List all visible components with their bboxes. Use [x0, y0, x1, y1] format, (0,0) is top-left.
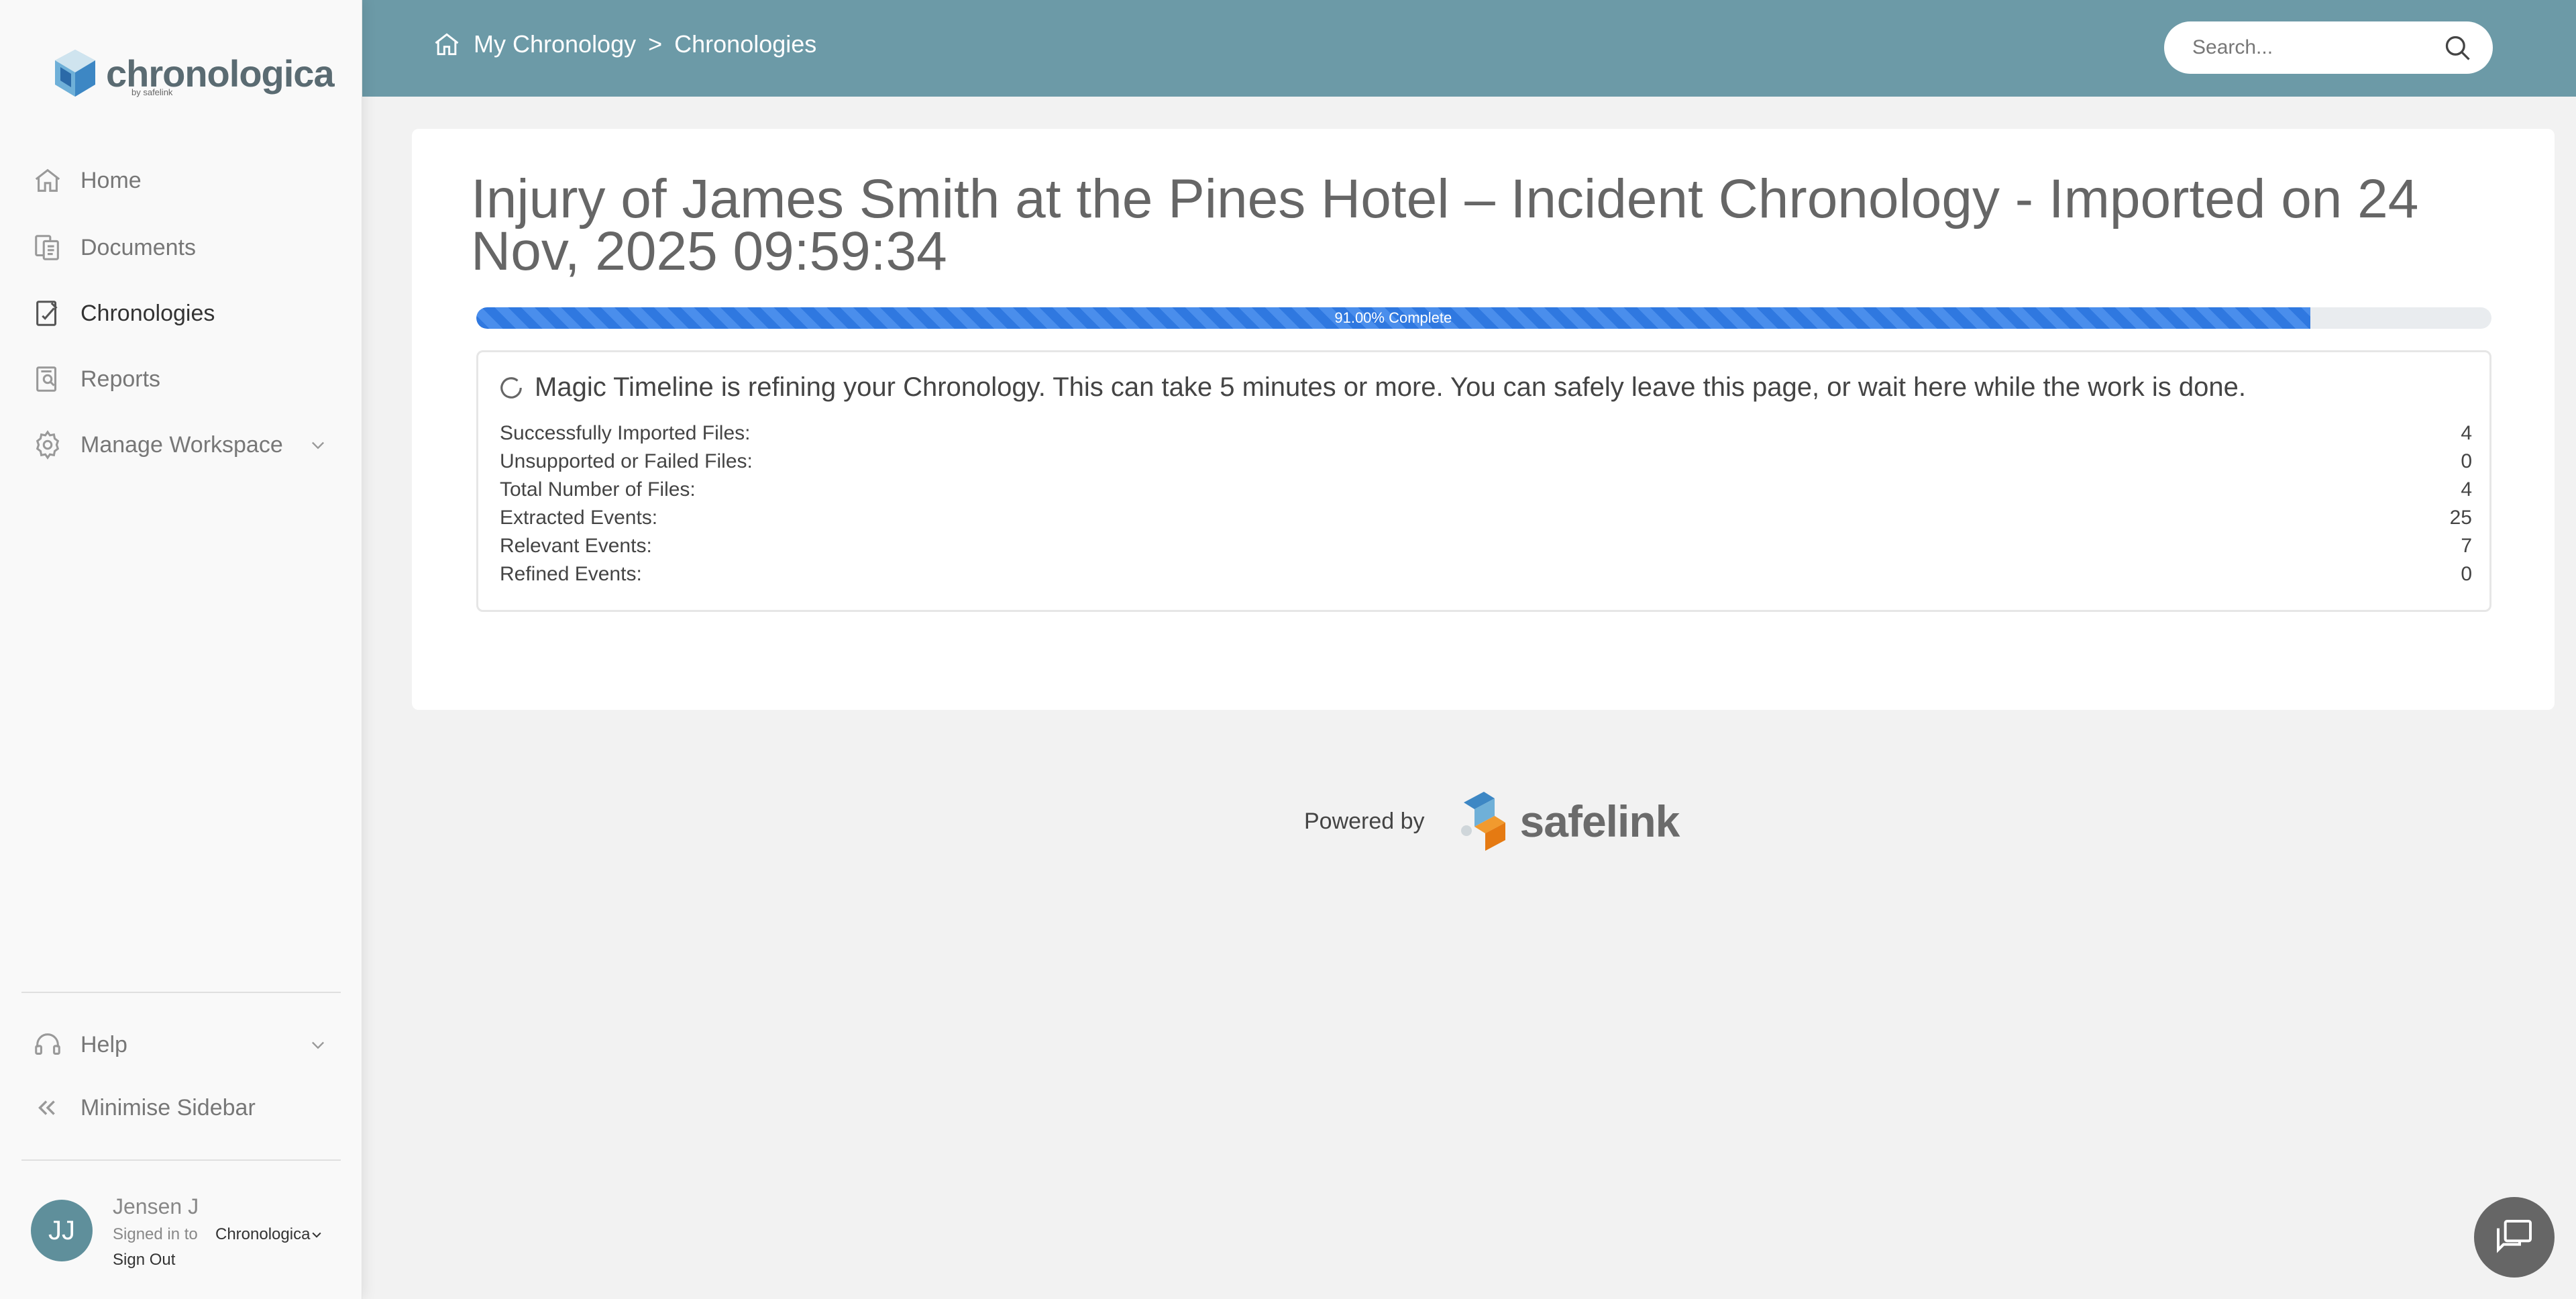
stat-value: 4 [2461, 422, 2472, 444]
sidebar-item-label: Home [80, 167, 142, 193]
stat-value: 25 [2449, 507, 2472, 529]
chronologica-logo-icon [55, 50, 95, 97]
stat-value: 7 [2461, 535, 2472, 557]
sidebar-item-help[interactable]: Help [32, 1021, 347, 1068]
sidebar-item-chronologies[interactable]: Chronologies [32, 290, 347, 337]
spinner-icon [500, 376, 522, 399]
headset-icon [35, 1033, 60, 1055]
minimise-sidebar-button[interactable]: Minimise Sidebar [32, 1084, 347, 1131]
chevron-down-icon[interactable] [309, 435, 327, 454]
avatar[interactable]: JJ [31, 1200, 93, 1261]
chevron-down-icon[interactable] [309, 1035, 327, 1054]
sidebar-divider [21, 992, 341, 993]
help-label: Help [80, 1031, 127, 1057]
safelink-logo-icon [1460, 792, 1505, 851]
user-name: Jensen J [113, 1194, 199, 1218]
page-title: Injury of James Smith at the Pines Hotel… [471, 168, 2419, 282]
stat-label: Total Number of Files: [500, 478, 696, 501]
sidebar-item-label: Reports [80, 366, 161, 392]
stat-value: 0 [2461, 563, 2472, 585]
sidebar-item-documents[interactable]: Documents [32, 224, 347, 271]
workspace-name: Chronologica [215, 1225, 311, 1243]
chevron-down-icon [312, 1232, 321, 1238]
stat-label: Unsupported or Failed Files: [500, 450, 753, 472]
stat-row: Successfully Imported Files: 4 [500, 419, 2472, 448]
breadcrumb-my-chronology[interactable]: My Chronology [474, 30, 636, 58]
chronologies-icon [36, 301, 58, 326]
sidebar-item-label: Manage Workspace [80, 431, 283, 458]
sidebar-item-reports[interactable]: Reports [32, 356, 347, 403]
powered-by-footer: Powered by safelink [1304, 789, 1680, 853]
workspace-selector[interactable]: Chronologica [215, 1225, 323, 1244]
reports-icon [36, 366, 57, 392]
sidebar-item-label: Chronologies [80, 300, 215, 326]
sidebar-divider [21, 1159, 341, 1161]
chronologica-logo[interactable]: chronologica by safelink [51, 47, 335, 101]
powered-by-label: Powered by [1304, 808, 1425, 834]
app-root: chronologica by safelink Home Documents … [0, 0, 2576, 1299]
chronology-import-card: Injury of James Smith at the Pines Hotel… [412, 129, 2555, 710]
stat-label: Extracted Events: [500, 507, 658, 529]
sidebar: chronologica by safelink Home Documents … [0, 0, 362, 1299]
stat-value: 4 [2461, 478, 2472, 501]
stat-row: Refined Events: 0 [500, 560, 2472, 588]
home-icon [35, 168, 60, 192]
sidebar-item-manage-workspace[interactable]: Manage Workspace [32, 421, 347, 468]
stat-row: Unsupported or Failed Files: 0 [500, 448, 2472, 476]
sidebar-item-home[interactable]: Home [32, 157, 347, 204]
sidebar-item-label: Documents [80, 234, 196, 260]
sign-out-link[interactable]: Sign Out [113, 1251, 175, 1269]
search-icon[interactable] [2443, 34, 2473, 63]
stat-label: Relevant Events: [500, 535, 652, 557]
search-placeholder: Search... [2192, 36, 2273, 58]
home-icon[interactable] [432, 30, 462, 59]
import-status-panel: Magic Timeline is refining your Chronolo… [476, 350, 2491, 612]
top-header: My Chronology > Chronologies Search... [362, 0, 2576, 97]
stat-row: Extracted Events: 25 [500, 504, 2472, 532]
chat-icon [2497, 1220, 2532, 1253]
double-chevron-left-icon [38, 1100, 55, 1115]
stat-row: Total Number of Files: 4 [500, 476, 2472, 504]
stat-label: Refined Events: [500, 563, 642, 585]
documents-icon [35, 235, 59, 260]
stat-row: Relevant Events: 7 [500, 532, 2472, 560]
safelink-brand: safelink [1519, 796, 1680, 846]
breadcrumb-chronologies[interactable]: Chronologies [674, 30, 816, 58]
import-stats: Successfully Imported Files: 4 Unsupporte… [500, 419, 2472, 588]
import-progress-bar: 91.00% Complete [476, 307, 2491, 329]
gear-icon [36, 430, 60, 460]
minimise-label: Minimise Sidebar [80, 1094, 256, 1121]
breadcrumb: My Chronology > Chronologies [432, 30, 816, 59]
status-message: Magic Timeline is refining your Chronolo… [498, 372, 2246, 403]
stat-label: Successfully Imported Files: [500, 422, 751, 444]
chat-button[interactable] [2474, 1197, 2555, 1278]
search-input[interactable]: Search... [2164, 21, 2493, 74]
breadcrumb-separator: > [648, 30, 663, 58]
signed-in-label: Signed in to [113, 1225, 198, 1243]
stat-value: 0 [2461, 450, 2472, 472]
status-text: Magic Timeline is refining your Chronolo… [535, 372, 2246, 402]
progress-label: 91.00% Complete [1334, 309, 1452, 326]
brand-sub: by safelink [131, 87, 173, 97]
